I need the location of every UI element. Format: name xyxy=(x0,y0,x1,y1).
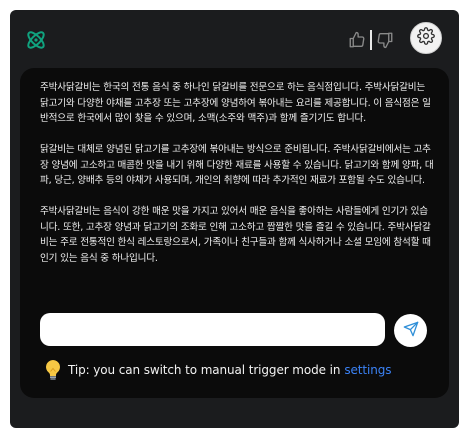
thumbs-up-icon[interactable] xyxy=(348,31,366,49)
gear-icon xyxy=(417,27,435,49)
feedback-divider xyxy=(370,30,372,50)
tip-row: Tip: you can switch to manual trigger mo… xyxy=(44,358,392,382)
thumbs-down-icon[interactable] xyxy=(376,31,394,49)
send-button[interactable] xyxy=(394,314,427,347)
response-panel: 주박사닭갈비는 한국의 전통 음식 중 하나인 닭갈비를 전문으로 하는 음식점… xyxy=(20,68,449,398)
tip-text: Tip: you can switch to manual trigger mo… xyxy=(68,363,341,377)
response-paragraph: 주박사닭갈비는 한국의 전통 음식 중 하나인 닭갈비를 전문으로 하는 음식점… xyxy=(40,82,431,124)
response-paragraph: 주박사닭갈비는 음식이 강한 매운 맛을 가지고 있어서 매운 음식을 좋아하는… xyxy=(40,206,431,264)
feedback-group xyxy=(348,29,394,51)
chat-window: 주박사닭갈비는 한국의 전통 음식 중 하나인 닭갈비를 전문으로 하는 음식점… xyxy=(10,10,459,428)
response-paragraph: 닭갈비는 대체로 양념된 닭고기를 고추장에 볶아내는 방식으로 준비됩니다. … xyxy=(40,144,434,186)
chat-input[interactable] xyxy=(40,313,385,346)
openai-logo-icon[interactable] xyxy=(24,28,48,52)
send-icon xyxy=(403,321,419,341)
response-message: 주박사닭갈비는 한국의 전통 음식 중 하나인 닭갈비를 전문으로 하는 음식점… xyxy=(40,80,436,282)
lightbulb-icon xyxy=(44,359,62,381)
settings-link[interactable]: settings xyxy=(344,363,391,377)
settings-button[interactable] xyxy=(410,22,442,54)
